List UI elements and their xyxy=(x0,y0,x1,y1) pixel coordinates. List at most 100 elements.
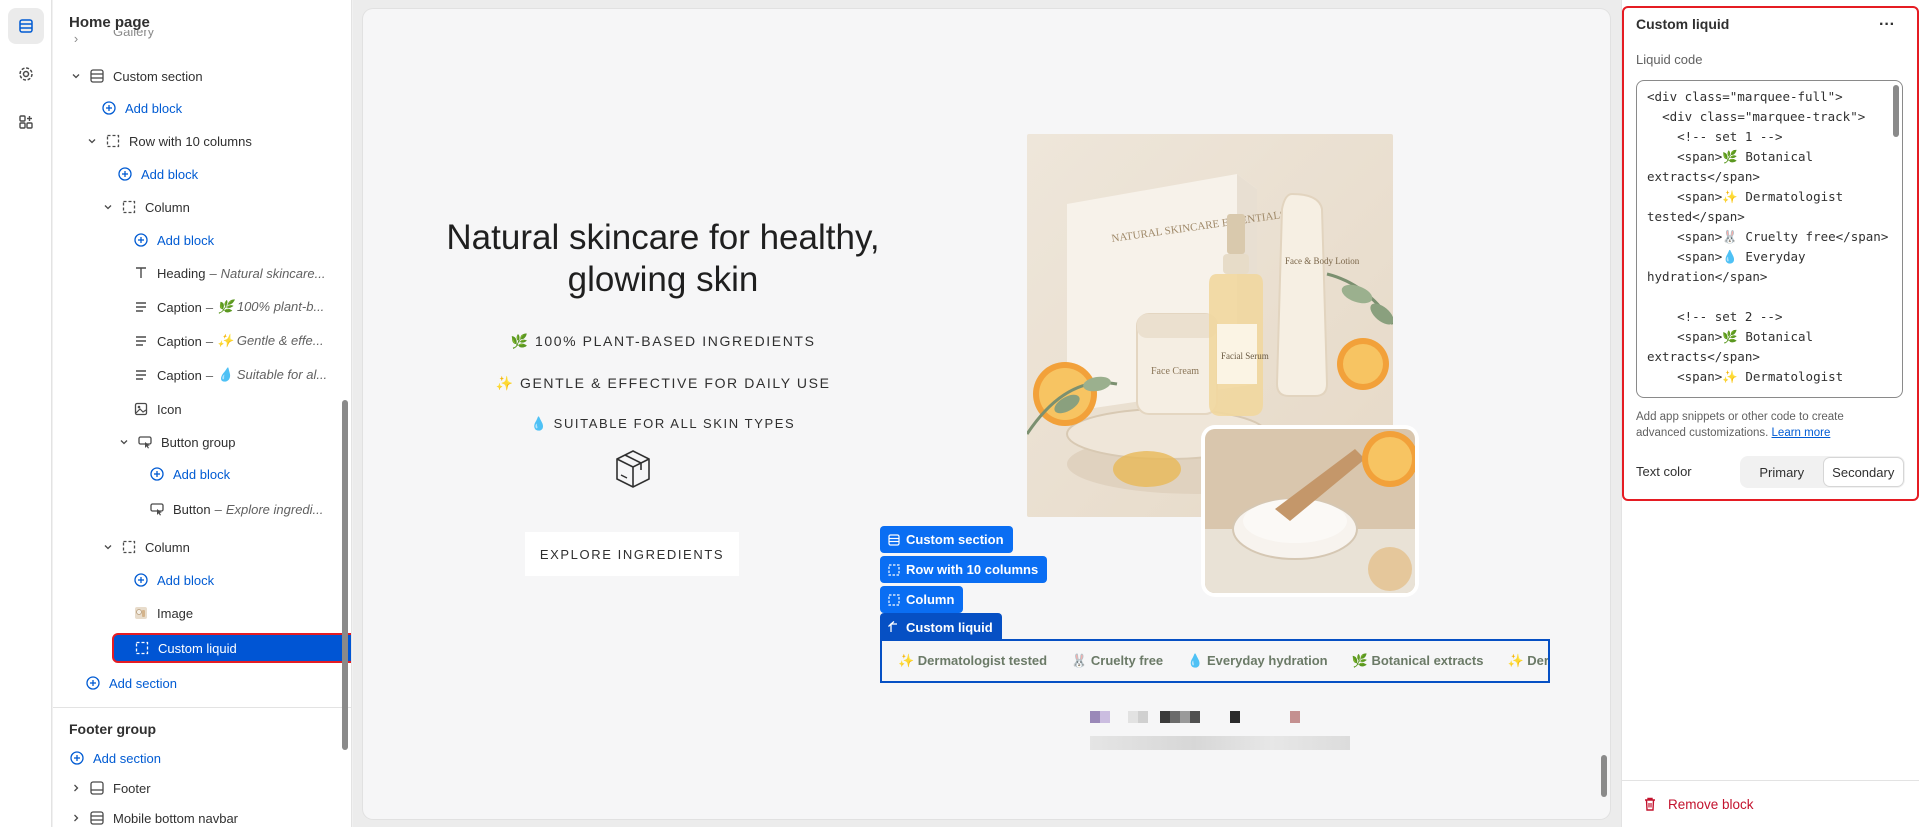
more-options-icon[interactable]: ··· xyxy=(1874,14,1900,36)
tree-row-column[interactable]: Column xyxy=(101,531,351,563)
text-color-toggle: Primary Secondary xyxy=(1740,456,1905,488)
learn-more-link[interactable]: Learn more xyxy=(1772,427,1831,439)
tag-label: Custom liquid xyxy=(906,619,993,635)
add-block-button[interactable]: Add block xyxy=(149,458,351,490)
remove-block-label: Remove block xyxy=(1668,796,1754,812)
add-block-button[interactable]: Add block xyxy=(133,224,351,256)
add-section-button[interactable]: Add section xyxy=(85,667,351,699)
tree-row-column[interactable]: Column xyxy=(101,191,351,223)
tree-row-caption[interactable]: Caption – 🌿 100% plant-b... xyxy=(133,291,351,323)
remove-block-button[interactable]: Remove block xyxy=(1642,796,1754,812)
chevron-down-icon xyxy=(85,134,99,148)
group-icon xyxy=(121,539,137,555)
tag-row-with-columns[interactable]: Row with 10 columns xyxy=(880,556,1048,583)
cursor-icon xyxy=(149,501,165,517)
tree-label: Column xyxy=(145,539,190,555)
text-color-label: Text color xyxy=(1636,464,1692,479)
tag-custom-liquid[interactable]: Custom liquid xyxy=(880,613,1002,641)
tree-row-partial[interactable]: › Gallery xyxy=(69,30,351,46)
tree-row-button-group[interactable]: Button group xyxy=(117,426,351,458)
tree-row-custom-liquid[interactable]: Custom liquid xyxy=(112,633,351,663)
text-icon xyxy=(133,265,149,281)
tree-label: Add block xyxy=(157,572,215,588)
text-color-secondary-option[interactable]: Secondary xyxy=(1823,458,1903,486)
icon-rail xyxy=(0,0,52,827)
add-block-button[interactable]: Add block xyxy=(133,564,351,596)
lines-icon xyxy=(133,299,149,315)
liquid-code-editor[interactable]: <div class="marquee-full"> <div class="m… xyxy=(1636,80,1903,398)
tag-label: Custom section xyxy=(906,532,1004,547)
tree-row-custom-section[interactable]: Custom section xyxy=(69,60,351,92)
apps-icon[interactable] xyxy=(8,104,44,140)
cursor-icon xyxy=(137,434,153,450)
tree-row-caption[interactable]: Caption – ✨ Gentle & effe... xyxy=(133,325,351,357)
tree-row-icon[interactable]: Icon xyxy=(133,393,351,425)
section-icon xyxy=(89,68,105,84)
marquee-strip[interactable]: ✨ Dermatologist tested 🐰 Cruelty free 💧 … xyxy=(880,639,1550,683)
lines-icon xyxy=(133,367,149,383)
tree-row-button[interactable]: Button – Explore ingredi... xyxy=(149,493,351,525)
blurred-footer-text xyxy=(1090,736,1350,750)
tree-row-image[interactable]: Image xyxy=(133,597,351,629)
gear-icon[interactable] xyxy=(8,56,44,92)
preview-scrollbar[interactable] xyxy=(1601,755,1607,797)
tag-column[interactable]: Column xyxy=(880,586,964,613)
tree-label: Add block xyxy=(141,166,199,182)
tree-label: Caption xyxy=(157,299,202,315)
marquee-item: 🌿 Botanical extracts xyxy=(1351,653,1484,668)
marquee-item: ✨ Dermatologist tested xyxy=(898,653,1048,668)
tree-sublabel: Natural skincare... xyxy=(220,265,326,281)
add-block-button[interactable]: Add block xyxy=(117,158,351,190)
move-up-icon xyxy=(888,621,900,633)
add-section-button[interactable]: Add section xyxy=(69,742,351,774)
group-icon xyxy=(134,640,150,656)
panel-title: Custom liquid xyxy=(1636,16,1730,32)
liquid-code-label: Liquid code xyxy=(1636,52,1703,67)
sidebar-scrollbar[interactable] xyxy=(342,400,348,750)
tree-row-row-with-columns[interactable]: Row with 10 columns xyxy=(85,125,351,157)
hero-heading[interactable]: Natural skincare for healthy, glowing sk… xyxy=(423,217,903,301)
liquid-code-text[interactable]: <div class="marquee-full"> <div class="m… xyxy=(1637,81,1902,393)
tag-custom-section[interactable]: Custom section xyxy=(880,526,1013,553)
photo-thumbnail-icon xyxy=(133,605,149,621)
footer-group-title: Footer group xyxy=(69,721,157,737)
blurred-payment-icons xyxy=(1090,709,1300,725)
tree-label: Row with 10 columns xyxy=(129,133,252,149)
tree-label: Image xyxy=(157,605,194,621)
section-icon xyxy=(89,30,105,46)
divider xyxy=(53,707,351,708)
hero-caption[interactable]: ✨ GENTLE & EFFECTIVE FOR DAILY USE xyxy=(423,375,903,392)
box-icon[interactable] xyxy=(609,445,657,493)
tag-label: Row with 10 columns xyxy=(906,562,1039,577)
tree-label: Add section xyxy=(109,675,177,691)
tag-label: Column xyxy=(906,592,955,607)
tree-label: Custom liquid xyxy=(158,640,237,656)
add-block-button[interactable]: Add block xyxy=(101,92,351,124)
plus-circle-icon xyxy=(117,166,133,182)
tree-row-caption[interactable]: Caption – 💧 Suitable for al... xyxy=(133,359,351,391)
tree-row-footer[interactable]: Footer xyxy=(69,772,351,804)
code-scrollbar[interactable] xyxy=(1893,85,1899,137)
sidebar: Home page › Gallery Custom section Add b… xyxy=(53,0,352,827)
sections-icon[interactable] xyxy=(8,8,44,44)
tree-label: Caption xyxy=(157,367,202,383)
product-photo-detail[interactable] xyxy=(1205,429,1415,593)
hero-caption[interactable]: 💧 SUITABLE FOR ALL SKIN TYPES xyxy=(423,416,903,432)
footer-icon xyxy=(89,780,105,796)
tube-label: Face & Body Lotion xyxy=(1285,256,1360,266)
tree-label: Column xyxy=(145,199,190,215)
block-settings-card: Custom liquid ··· Liquid code <div class… xyxy=(1622,6,1919,501)
section-icon xyxy=(89,810,105,826)
chevron-down-icon xyxy=(101,540,115,554)
hero-caption[interactable]: 🌿 100% PLANT-BASED INGREDIENTS xyxy=(423,333,903,350)
marquee-item: ✨ Derma xyxy=(1507,653,1549,668)
settings-panel: Custom liquid ··· Liquid code <div class… xyxy=(1621,0,1920,827)
group-icon xyxy=(105,133,121,149)
text-color-primary-option[interactable]: Primary xyxy=(1742,458,1822,486)
tree-label: Mobile bottom navbar xyxy=(113,810,239,826)
explore-ingredients-button[interactable]: EXPLORE INGREDIENTS xyxy=(525,532,739,576)
tree-row-mobile-bottom-navbar[interactable]: Mobile bottom navbar xyxy=(69,802,351,827)
chevron-down-icon xyxy=(101,200,115,214)
tree-row-heading[interactable]: Heading – Natural skincare... xyxy=(133,257,351,289)
jar-label: Face Cream xyxy=(1151,366,1199,377)
